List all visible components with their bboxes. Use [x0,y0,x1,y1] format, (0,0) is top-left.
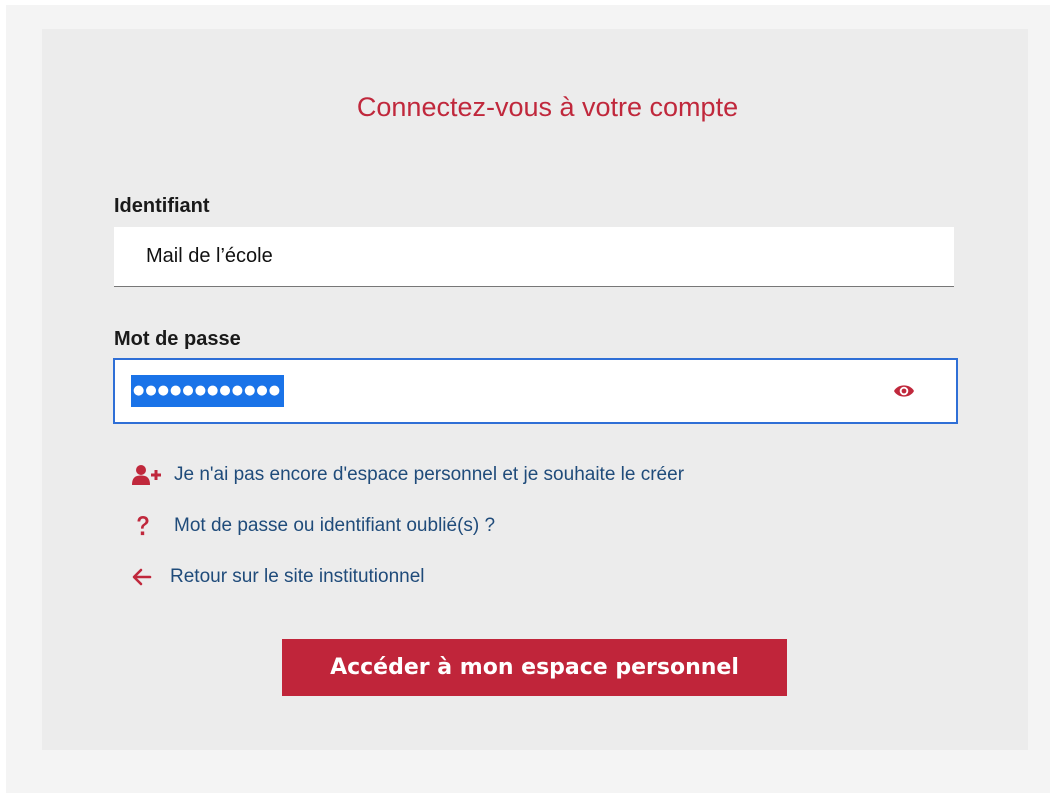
back-to-site-label: Retour sur le site institutionnel [170,566,425,587]
submit-button[interactable]: Accéder à mon espace personnel [282,639,787,696]
back-to-site-link[interactable]: Retour sur le site institutionnel [132,563,425,591]
create-account-label: Je n'ai pas encore d'espace personnel et… [174,464,685,485]
forgot-credentials-link[interactable]: Mot de passe ou identifiant oublié(s) ? [132,512,495,540]
identifiant-label: Identifiant [114,195,210,217]
password-label: Mot de passe [114,328,241,350]
question-mark-icon [132,515,174,537]
user-plus-icon [132,464,174,486]
create-account-link[interactable]: Je n'ai pas encore d'espace personnel et… [132,461,684,489]
arrow-left-icon [132,568,170,586]
forgot-credentials-label: Mot de passe ou identifiant oublié(s) ? [174,515,496,536]
page-title: Connectez-vous à votre compte [356,92,739,122]
identifiant-input[interactable] [114,227,954,287]
password-masked-value: ●●●●●●●●●●●● [131,375,285,407]
eye-icon[interactable] [893,382,915,400]
password-input[interactable]: ●●●●●●●●●●●● [113,358,958,424]
